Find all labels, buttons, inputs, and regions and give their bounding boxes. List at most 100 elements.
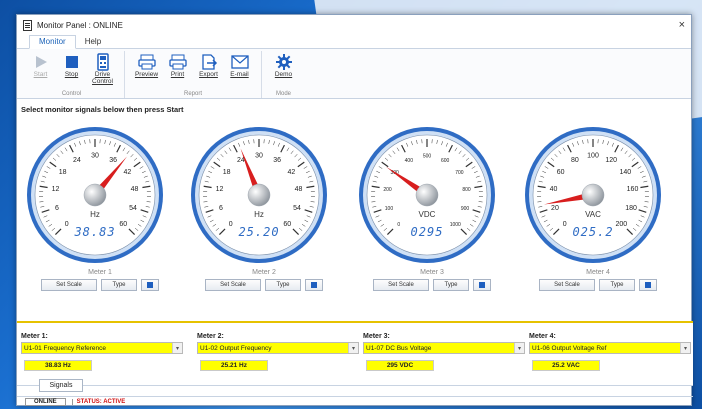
color-button[interactable]	[305, 279, 323, 291]
signal-select-value: U1-07 DC Bus Voltage	[366, 344, 432, 352]
gauge-tick-label: 160	[627, 186, 639, 193]
print-label: Print	[170, 71, 185, 78]
demo-button[interactable]: Demo	[270, 51, 297, 89]
tab-help[interactable]: Help	[76, 36, 110, 48]
print-button[interactable]: Print	[164, 51, 191, 89]
gauge-1: 0 6 12 18 24 30 36 42 48 54 60 Hz 38.83	[27, 127, 163, 263]
color-button[interactable]	[639, 279, 657, 291]
gauge-tick-label: 42	[287, 169, 295, 176]
start-label: Start	[33, 71, 48, 78]
drive-control-label: Drive Control	[92, 71, 113, 85]
window-title: Monitor Panel : ONLINE	[37, 20, 123, 30]
gauge-tick-label: 48	[295, 186, 303, 193]
signal-select-value: U1-06 Output Voltage Ref	[532, 344, 607, 352]
tab-signals[interactable]: Signals	[39, 379, 83, 392]
demo-label: Demo	[274, 71, 293, 78]
gauge-tick-label: 0	[65, 221, 69, 228]
ribbon-group-report: Preview Print Export E-mail Report	[133, 51, 262, 98]
tab-monitor[interactable]: Monitor	[29, 35, 76, 49]
drive-control-button[interactable]: Drive Control	[89, 51, 116, 89]
color-swatch	[479, 282, 485, 288]
status-bar: ONLINE STATUS: ACTIVE	[17, 396, 693, 407]
gauge-unit: VDC	[419, 210, 436, 219]
preview-button[interactable]: Preview	[133, 51, 160, 89]
gauge-tick-label: 0	[397, 222, 400, 228]
drive-control-icon	[93, 53, 113, 71]
gauge-hub	[83, 183, 107, 207]
gauge-tick-label: 24	[73, 157, 81, 164]
gauge-tick-label: 100	[587, 153, 599, 160]
signal-selection-panel: Meter 1: U1-01 Frequency Reference ▾ 38.8…	[17, 321, 693, 385]
signal-value: 295 VDC	[366, 360, 434, 371]
bottom-tab-strip: Signals	[17, 379, 693, 395]
gauge-tick-label: 140	[620, 169, 632, 176]
type-button[interactable]: Type	[599, 279, 635, 291]
gauge-tick-label: 800	[462, 187, 471, 193]
chevron-down-icon[interactable]: ▾	[172, 343, 182, 353]
gauge-readout: 38.83	[73, 225, 115, 239]
title-bar: Monitor Panel : ONLINE ×	[17, 15, 691, 35]
export-label: Export	[199, 71, 218, 78]
close-icon[interactable]: ×	[679, 19, 685, 31]
gauge-tick-label: 200	[615, 221, 627, 228]
gauge-tick-label: 0	[563, 221, 567, 228]
gauge-readout: 025.2	[572, 225, 613, 239]
gauge-hub	[247, 183, 271, 207]
email-button[interactable]: E-mail	[226, 51, 253, 89]
meter-name: Meter 2	[252, 269, 276, 276]
signal-select-value: U1-01 Frequency Reference	[24, 344, 107, 352]
gauge-unit: Hz	[90, 210, 100, 219]
gauge-tick-label: 100	[385, 206, 394, 212]
set-scale-button[interactable]: Set Scale	[539, 279, 595, 291]
type-button[interactable]: Type	[101, 279, 137, 291]
signal-select[interactable]: U1-07 DC Bus Voltage ▾	[363, 342, 525, 354]
color-swatch	[645, 282, 651, 288]
color-swatch	[311, 282, 317, 288]
set-scale-button[interactable]: Set Scale	[205, 279, 261, 291]
color-swatch	[147, 282, 153, 288]
signal-value: 25.21 Hz	[200, 360, 268, 371]
email-label: E-mail	[230, 71, 249, 78]
gauge-tick-label: 30	[91, 153, 99, 160]
set-scale-button[interactable]: Set Scale	[373, 279, 429, 291]
play-icon	[31, 53, 51, 71]
signal-value: 25.2 VAC	[532, 360, 600, 371]
slot-header: Meter 1:	[21, 333, 48, 340]
color-button[interactable]	[141, 279, 159, 291]
gauge-tick-label: 18	[59, 169, 67, 176]
stop-button[interactable]: Stop	[58, 51, 85, 89]
type-button[interactable]: Type	[265, 279, 301, 291]
monitor-panel-window: Monitor Panel : ONLINE × Monitor Help St…	[16, 14, 693, 407]
signal-select[interactable]: U1-01 Frequency Reference ▾	[21, 342, 183, 354]
slot-header: Meter 3:	[363, 333, 390, 340]
gauge-tick-label: 42	[123, 169, 131, 176]
gauge-tick-label: 0	[229, 221, 233, 228]
gauge-hub	[581, 183, 605, 207]
gauge-tick-label: 180	[625, 205, 637, 212]
meter-slot-4: Meter 4: U1-06 Output Voltage Ref ▾ 25.2 …	[529, 333, 691, 371]
export-button[interactable]: Export	[195, 51, 222, 89]
gauge-tick-label: 700	[455, 170, 464, 176]
meter-name: Meter 1	[88, 269, 112, 276]
type-button[interactable]: Type	[433, 279, 469, 291]
meter-name: Meter 4	[586, 269, 610, 276]
meter-4: 0 20 40 60 80 100 120 140 160 180 200 VAC 025.2 Mete…	[523, 125, 673, 291]
color-button[interactable]	[473, 279, 491, 291]
gauge-tick-label: 600	[441, 158, 450, 164]
meter-slot-2: Meter 2: U1-02 Output Frequency ▾ 25.21 H…	[197, 333, 359, 371]
app-icon	[23, 19, 32, 31]
gauge-tick-label: 6	[55, 205, 59, 212]
group-name-control: Control	[61, 91, 82, 97]
gauge-tick-label: 80	[571, 157, 579, 164]
gauge-tick-label: 54	[129, 205, 137, 212]
signal-select-value: U1-02 Output Frequency	[200, 344, 272, 352]
chevron-down-icon[interactable]: ▾	[514, 343, 524, 353]
set-scale-button[interactable]: Set Scale	[41, 279, 97, 291]
preview-icon	[137, 53, 157, 71]
chevron-down-icon[interactable]: ▾	[348, 343, 358, 353]
signal-select[interactable]: U1-02 Output Frequency ▾	[197, 342, 359, 354]
chevron-down-icon[interactable]: ▾	[680, 343, 690, 353]
start-button[interactable]: Start	[27, 51, 54, 89]
signal-select[interactable]: U1-06 Output Voltage Ref ▾	[529, 342, 691, 354]
gauge-tick-label: 36	[273, 157, 281, 164]
